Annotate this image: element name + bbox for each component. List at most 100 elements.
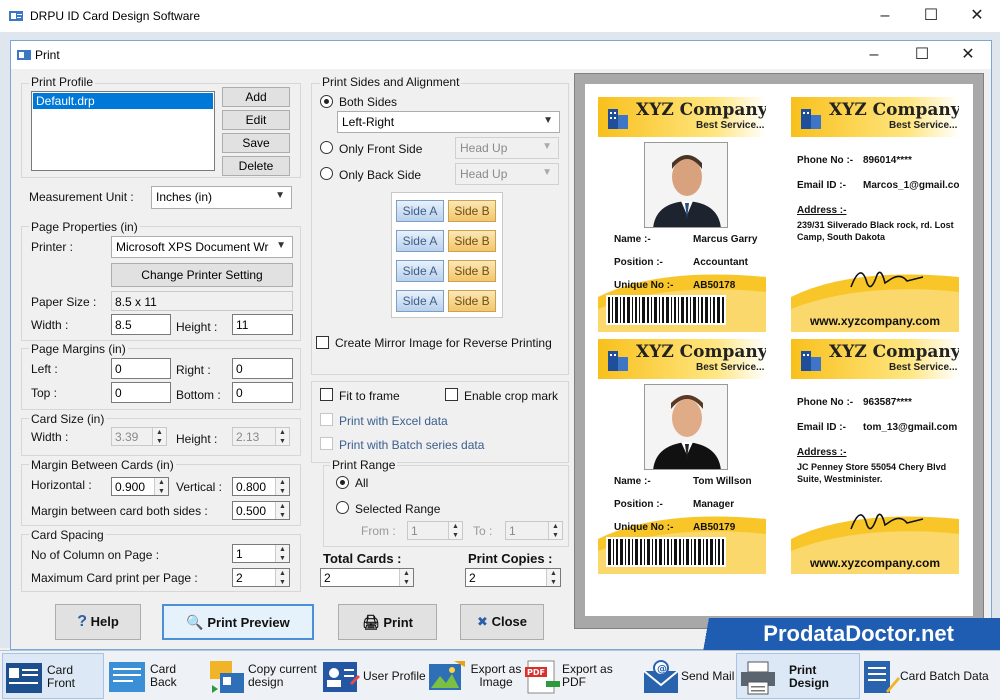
svg-text:PDF: PDF xyxy=(527,668,545,677)
help-icon: ? xyxy=(77,613,87,630)
card-size-label: Card Size (in) xyxy=(29,412,107,426)
close-icon[interactable]: ✕ xyxy=(954,0,1000,32)
print-preview-button[interactable]: 🔍 Print Preview xyxy=(162,604,314,640)
printer-icon: 🖨 xyxy=(361,614,380,630)
vertical-margin-input[interactable]: 0.800 ▲ ▼ xyxy=(232,477,290,496)
width-label: Width : xyxy=(31,318,69,332)
toolbar-card-back-label: Card Back xyxy=(150,662,177,689)
print-button-label: Print xyxy=(383,615,414,630)
profile-list[interactable]: Default.drp xyxy=(31,91,215,171)
spin-arrows-icon: ▲ ▼ xyxy=(399,569,413,586)
edit-profile-button[interactable]: Edit xyxy=(222,110,290,130)
maximize-icon[interactable]: ☐ xyxy=(908,0,954,32)
toolbar-print-design[interactable]: Print Design xyxy=(736,653,860,699)
close-button-label: Close xyxy=(491,614,527,629)
back-only-label: Only Back Side xyxy=(339,168,422,182)
range-selected-radio[interactable] xyxy=(336,501,349,514)
spin-arrows-icon[interactable]: ▲ ▼ xyxy=(275,502,289,519)
mirror-label: Create Mirror Image for Reverse Printing xyxy=(335,336,552,350)
measurement-unit-select[interactable]: Inches (in) ▼ xyxy=(151,186,292,209)
print-dialog: Print – ☐ ✕ Print Profile Default.drp Ad… xyxy=(10,40,992,650)
print-preview-area: XYZ Company Best Service... Name :- Marc… xyxy=(574,73,984,629)
to-input: 1 ▲ ▼ xyxy=(505,521,563,540)
spin-arrows-icon: ▲ ▼ xyxy=(448,522,462,539)
toolbar-print-design-label: Print Design xyxy=(789,663,830,690)
dialog-logo-icon xyxy=(17,50,31,60)
minimize-icon[interactable]: – xyxy=(862,0,908,32)
to-label: To : xyxy=(473,524,493,538)
delete-profile-button[interactable]: Delete xyxy=(222,156,290,176)
card-back-1: XYZ Company Best Service... Phone No :- … xyxy=(791,97,959,332)
change-printer-button[interactable]: Change Printer Setting xyxy=(111,263,293,287)
both-sides-radio[interactable] xyxy=(320,95,333,108)
spin-arrows-icon[interactable]: ▲ ▼ xyxy=(275,569,289,586)
building-icon xyxy=(801,351,821,371)
bottom-margin-input[interactable]: 0 xyxy=(232,382,293,403)
back-orientation-select: Head Up ▼ xyxy=(455,163,559,185)
app-logo-icon xyxy=(9,11,23,21)
toolbar-card-front[interactable]: Card Front xyxy=(2,653,104,699)
email-label: Email ID :- xyxy=(797,180,846,191)
left-margin-input[interactable]: 0 xyxy=(111,358,171,379)
toolbar-export-image[interactable]: Export as Image xyxy=(426,653,522,699)
card-width-label: Width : xyxy=(31,430,69,444)
print-button[interactable]: 🖨 Print xyxy=(338,604,437,640)
fit-frame-checkbox[interactable] xyxy=(320,388,333,401)
both-sides-margin-input[interactable]: 0.500 ▲ ▼ xyxy=(232,501,290,520)
print-copies-input[interactable]: 2 ▲ ▼ xyxy=(465,568,561,587)
spin-arrows-icon: ▲ ▼ xyxy=(548,522,562,539)
alignment-select[interactable]: Left-Right ▼ xyxy=(337,111,560,133)
print-copies-value: 2 xyxy=(469,571,476,585)
both-sides-margin-value: 0.500 xyxy=(236,504,267,518)
card1-name: Marcus Garry xyxy=(693,234,758,245)
user-profile-icon xyxy=(323,662,360,692)
unique-label: Unique No :- xyxy=(614,280,674,291)
columns-input[interactable]: 1 ▲ ▼ xyxy=(232,544,290,563)
front-only-radio[interactable] xyxy=(320,141,333,154)
excel-label: Print with Excel data xyxy=(339,414,448,428)
printer-select[interactable]: Microsoft XPS Document Wr ▼ xyxy=(111,236,293,258)
crop-mark-checkbox[interactable] xyxy=(445,388,458,401)
horizontal-margin-input[interactable]: 0.900 ▲ ▼ xyxy=(111,477,169,496)
profile-list-item[interactable]: Default.drp xyxy=(33,93,213,109)
spin-arrows-icon[interactable]: ▲ ▼ xyxy=(154,478,168,495)
address-label: Address :- xyxy=(797,205,847,216)
dialog-maximize-icon[interactable]: ☐ xyxy=(899,39,945,71)
card1-email: Marcos_1@gmail.com xyxy=(863,180,959,191)
spin-arrows-icon[interactable]: ▲ ▼ xyxy=(275,478,289,495)
barcode-graphic xyxy=(606,537,726,567)
mail-icon: @ xyxy=(643,660,679,693)
add-profile-button[interactable]: Add xyxy=(222,87,290,107)
mirror-checkbox[interactable] xyxy=(316,336,329,349)
max-cards-input[interactable]: 2 ▲ ▼ xyxy=(232,568,290,587)
range-all-radio[interactable] xyxy=(336,476,349,489)
page-height-input[interactable]: 11 xyxy=(232,314,293,335)
toolbar-copy-design[interactable]: Copy current design xyxy=(206,653,320,699)
toolbar-export-pdf[interactable]: PDF Export as PDF xyxy=(522,653,640,699)
close-button[interactable]: ✖ Close xyxy=(460,604,544,640)
print-sides-label: Print Sides and Alignment xyxy=(320,75,462,89)
page-width-input[interactable]: 8.5 xyxy=(111,314,171,335)
signature-graphic xyxy=(850,513,924,530)
toolbar-batch-data[interactable]: Card Batch Data xyxy=(860,653,996,699)
toolbar-send-mail[interactable]: @ Send Mail xyxy=(640,653,736,699)
card-company: XYZ Company xyxy=(829,100,959,120)
spin-arrows-icon[interactable]: ▲ ▼ xyxy=(275,545,289,562)
side-b-box: Side B xyxy=(448,260,496,282)
chevron-down-icon: ▼ xyxy=(542,141,552,152)
both-sides-margin-label: Margin between card both sides : xyxy=(31,504,208,518)
dialog-close-icon[interactable]: ✕ xyxy=(945,39,991,71)
max-cards-label: Maximum Card print per Page : xyxy=(31,571,198,585)
horizontal-label: Horizontal : xyxy=(31,478,92,492)
dialog-minimize-icon[interactable]: – xyxy=(851,39,897,71)
right-margin-input[interactable]: 0 xyxy=(232,358,293,379)
dialog-titlebar: Print – ☐ ✕ xyxy=(11,41,991,69)
toolbar-card-back[interactable]: Card Back xyxy=(106,653,206,699)
top-margin-input[interactable]: 0 xyxy=(111,382,171,403)
save-profile-button[interactable]: Save xyxy=(222,133,290,153)
spin-arrows-icon[interactable]: ▲ ▼ xyxy=(546,569,560,586)
toolbar-user-profile[interactable]: User Profile xyxy=(320,653,426,699)
help-button[interactable]: ? Help xyxy=(55,604,141,640)
card2-unique: AB50179 xyxy=(693,522,736,533)
back-only-radio[interactable] xyxy=(320,167,333,180)
